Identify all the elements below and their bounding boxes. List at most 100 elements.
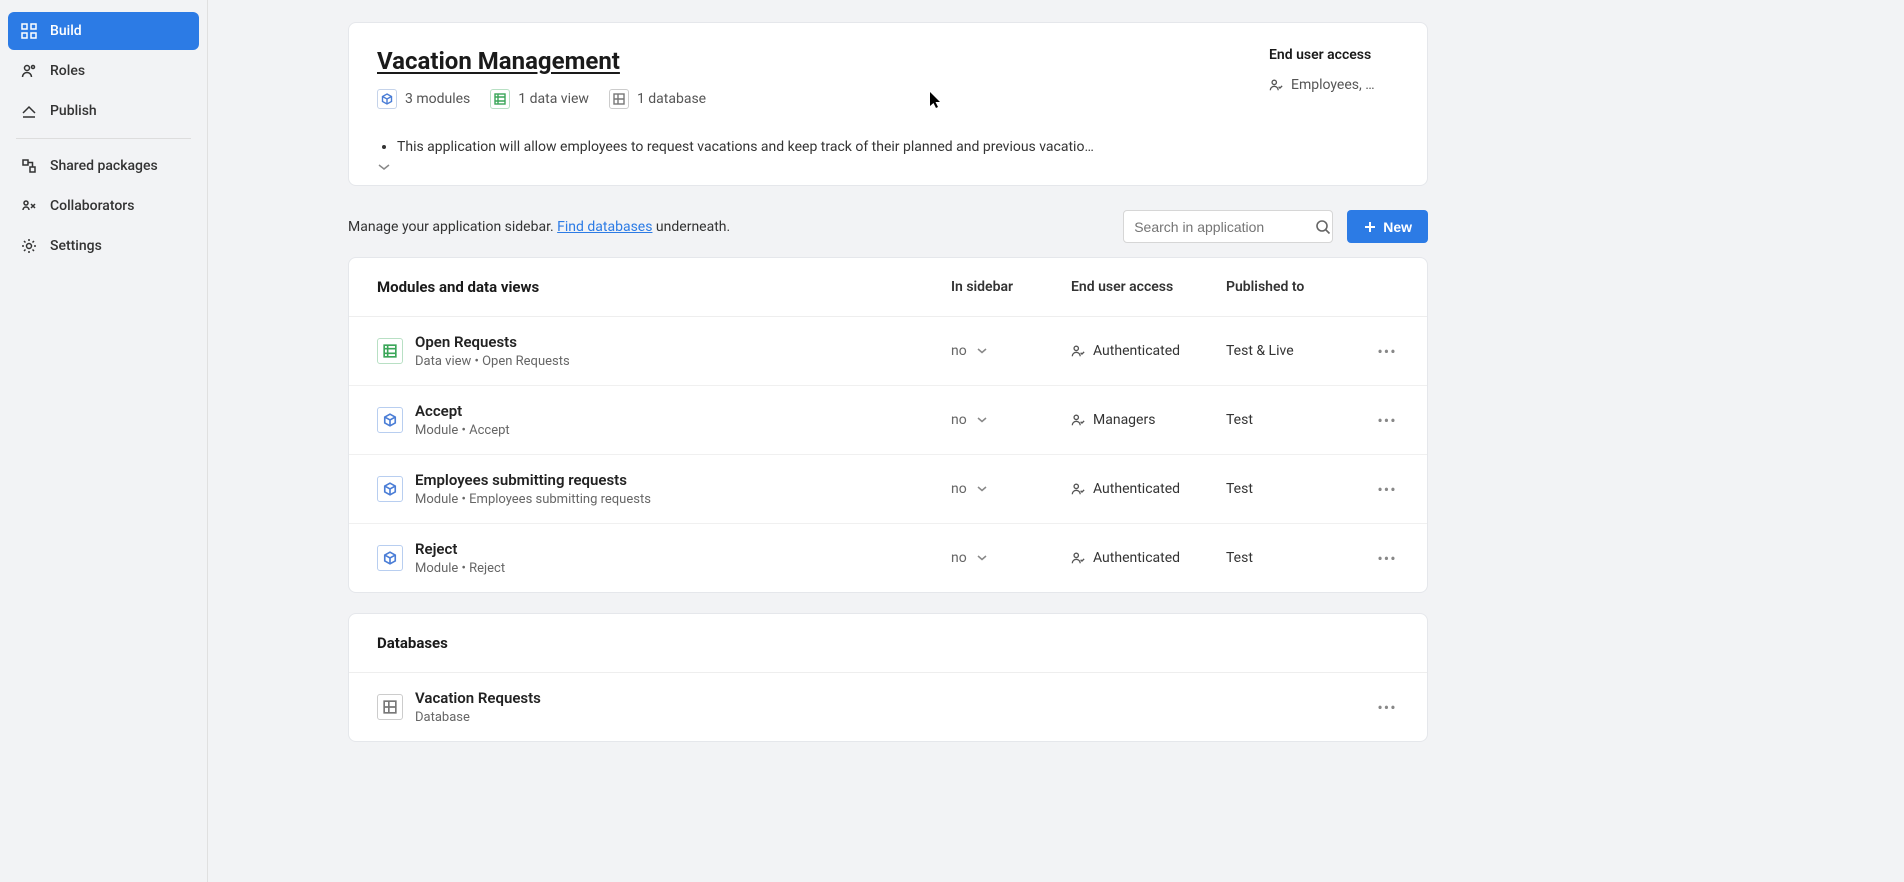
- in-sidebar-dropdown[interactable]: no: [951, 412, 1031, 428]
- stat-text: 1 data view: [518, 91, 589, 107]
- sidebar-item-shared-packages[interactable]: Shared packages: [8, 147, 199, 185]
- toolbar-text-pre: Manage your application sidebar.: [348, 219, 557, 235]
- sidebar-item-label: Collaborators: [50, 198, 134, 214]
- row-subtitle: Module • Employees submitting requests: [415, 492, 951, 507]
- row-subtitle: Module • Reject: [415, 561, 951, 576]
- access-cell[interactable]: Authenticated: [1071, 550, 1186, 566]
- toolbar-text: Manage your application sidebar. Find da…: [348, 219, 730, 235]
- table-row[interactable]: Vacation Requests Database •••: [349, 673, 1427, 741]
- more-button[interactable]: •••: [1375, 411, 1399, 430]
- gear-icon: [20, 237, 38, 255]
- module-icon: [377, 407, 403, 433]
- more-button[interactable]: •••: [1375, 342, 1399, 361]
- grid-icon: [20, 22, 38, 40]
- search-input[interactable]: [1134, 219, 1315, 235]
- collab-icon: [20, 197, 38, 215]
- expand-description-button[interactable]: [377, 163, 1399, 171]
- sidebar-item-label: Shared packages: [50, 158, 158, 174]
- table-icon: [490, 89, 510, 109]
- col-in-sidebar: In sidebar: [951, 279, 1031, 295]
- access-cell[interactable]: Authenticated: [1071, 481, 1186, 497]
- stat-text: 1 database: [637, 91, 706, 107]
- stat-databases: 1 database: [609, 89, 706, 109]
- published-cell: Test: [1226, 550, 1321, 566]
- search-box[interactable]: [1123, 210, 1333, 243]
- chevron-down-icon: [977, 348, 987, 354]
- end-user-access-value[interactable]: Employees, …: [1269, 77, 1399, 93]
- table-row[interactable]: Open Requests Data view • Open Requestsno…: [349, 317, 1427, 386]
- more-button[interactable]: •••: [1375, 549, 1399, 568]
- row-subtitle: Module • Accept: [415, 423, 951, 438]
- sidebar-item-publish[interactable]: Publish: [8, 92, 199, 130]
- stat-modules: 3 modules: [377, 89, 470, 109]
- persona-icon: [1071, 344, 1085, 358]
- chevron-down-icon: [977, 555, 987, 561]
- access-cell[interactable]: Authenticated: [1071, 343, 1186, 359]
- published-cell: Test: [1226, 481, 1321, 497]
- sidebar-item-settings[interactable]: Settings: [8, 227, 199, 265]
- table-row[interactable]: Employees submitting requestsModule • Em…: [349, 455, 1427, 524]
- published-cell: Test & Live: [1226, 343, 1321, 359]
- toolbar: Manage your application sidebar. Find da…: [348, 210, 1428, 243]
- persona-icon: [1071, 551, 1085, 565]
- in-sidebar-dropdown[interactable]: no: [951, 550, 1031, 566]
- module-icon: [377, 545, 403, 571]
- col-published: Published to: [1226, 279, 1321, 295]
- row-title: Open Requests: [415, 333, 951, 351]
- row-title: Accept: [415, 402, 951, 420]
- app-title[interactable]: Vacation Management: [377, 47, 706, 75]
- table-row[interactable]: Reject Module • Rejectno Authenticated Test…: [349, 524, 1427, 592]
- app-description: This application will allow employees to…: [397, 139, 1399, 155]
- col-access: End user access: [1071, 279, 1186, 295]
- stat-text: 3 modules: [405, 91, 470, 107]
- end-user-access-block: End user access Employees, …: [1269, 47, 1399, 109]
- persona-icon: [1269, 78, 1283, 92]
- modules-section-header: Modules and data views In sidebar End us…: [349, 258, 1427, 317]
- stats-row: 3 modules 1 data view 1 database: [377, 89, 706, 109]
- toolbar-text-post: underneath.: [652, 219, 730, 235]
- sidebar-item-roles[interactable]: Roles: [8, 52, 199, 90]
- databases-card: Databases Vacation Requests Database •••: [348, 613, 1428, 742]
- persona-icon: [1071, 413, 1085, 427]
- table-icon: [377, 338, 403, 364]
- row-subtitle: Data view • Open Requests: [415, 354, 951, 369]
- published-cell: Test: [1226, 412, 1321, 428]
- row-subtitle: Database: [415, 710, 1361, 725]
- sidebar: Build Roles Publish Shared packages Coll…: [0, 0, 208, 882]
- stat-dataviews: 1 data view: [490, 89, 589, 109]
- module-icon: [377, 89, 397, 109]
- chevron-down-icon: [977, 486, 987, 492]
- access-cell[interactable]: Managers: [1071, 412, 1186, 428]
- row-title: Vacation Requests: [415, 689, 1361, 707]
- persona-icon: [1071, 482, 1085, 496]
- end-user-text: Employees, …: [1291, 77, 1375, 93]
- modules-section-title: Modules and data views: [377, 278, 539, 296]
- sidebar-item-label: Build: [50, 23, 82, 39]
- more-button[interactable]: •••: [1375, 698, 1399, 717]
- modules-card: Modules and data views In sidebar End us…: [348, 257, 1428, 593]
- in-sidebar-dropdown[interactable]: no: [951, 481, 1031, 497]
- database-icon: [377, 694, 403, 720]
- plus-icon: [1363, 220, 1377, 234]
- sidebar-item-label: Settings: [50, 238, 102, 254]
- databases-section-header: Databases: [349, 614, 1427, 673]
- more-button[interactable]: •••: [1375, 480, 1399, 499]
- find-databases-link[interactable]: Find databases: [557, 219, 652, 235]
- publish-icon: [20, 102, 38, 120]
- app-header-card: Vacation Management 3 modules 1 data vie…: [348, 22, 1428, 186]
- divider: [16, 138, 191, 139]
- row-title: Reject: [415, 540, 951, 558]
- chevron-down-icon: [977, 417, 987, 423]
- in-sidebar-dropdown[interactable]: no: [951, 343, 1031, 359]
- main-content: Vacation Management 3 modules 1 data vie…: [208, 0, 1904, 882]
- roles-icon: [20, 62, 38, 80]
- new-button-label: New: [1383, 219, 1412, 235]
- sidebar-item-collaborators[interactable]: Collaborators: [8, 187, 199, 225]
- module-icon: [377, 476, 403, 502]
- sidebar-item-build[interactable]: Build: [8, 12, 199, 50]
- table-row[interactable]: Accept Module • Acceptno Managers Test •••: [349, 386, 1427, 455]
- sidebar-item-label: Publish: [50, 103, 97, 119]
- sidebar-item-label: Roles: [50, 63, 85, 79]
- new-button[interactable]: New: [1347, 210, 1428, 243]
- database-icon: [609, 89, 629, 109]
